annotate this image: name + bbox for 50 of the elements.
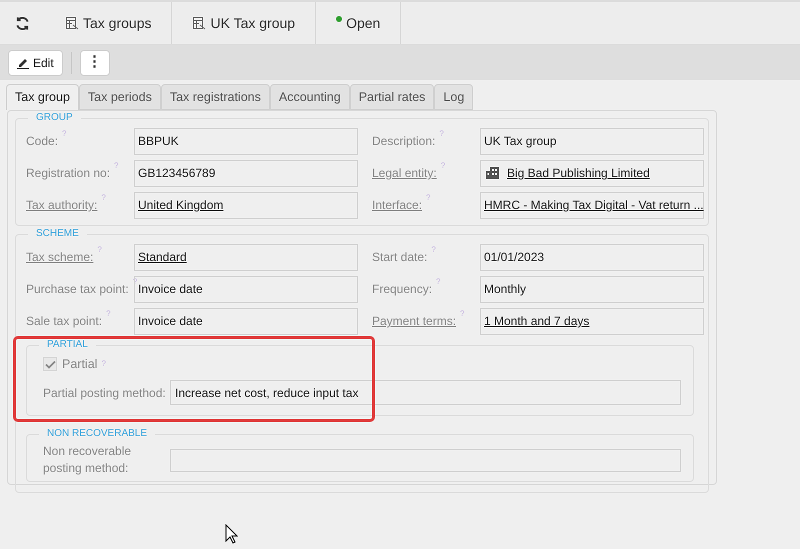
pencil-icon — [17, 56, 29, 68]
field-value[interactable]: Standard — [138, 248, 187, 266]
read-only-field[interactable]: Invoice date — [134, 308, 358, 334]
field-value[interactable]: 1 Month and 7 days — [484, 312, 590, 330]
field-value[interactable]: HMRC - Making Tax Digital - Vat return ... — [484, 196, 704, 214]
tab[interactable]: Tax group — [6, 84, 79, 110]
read-only-field[interactable]: Increase net cost, reduce input tax — [170, 380, 681, 405]
field-label: Description: — [372, 133, 436, 150]
check-icon — [44, 360, 56, 368]
field-value[interactable]: Big Bad Publishing Limited — [507, 164, 650, 182]
tab[interactable]: Tax registrations — [160, 84, 270, 110]
field-label: Sale tax point: — [26, 313, 102, 330]
field-value: 01/01/2023 — [484, 249, 544, 266]
read-only-field[interactable]: BBPUK — [134, 128, 358, 154]
field-label: Code: — [26, 133, 58, 150]
read-only-field[interactable]: United Kingdom — [134, 192, 358, 218]
building-icon — [486, 167, 499, 179]
field-value: Increase net cost, reduce input tax — [175, 384, 358, 402]
field-value: GB123456789 — [138, 165, 216, 182]
field-label: Frequency: — [372, 281, 432, 298]
read-only-field[interactable]: GB123456789 — [134, 160, 358, 186]
field-value: Monthly — [484, 281, 526, 298]
refresh-icon[interactable] — [15, 16, 30, 30]
more-button[interactable]: ⋮ — [80, 50, 110, 76]
tab[interactable]: Tax periods — [78, 84, 161, 110]
read-only-field[interactable]: Monthly — [480, 276, 704, 302]
field-value: Invoice date — [138, 281, 203, 298]
field-label: Purchase tax point: — [26, 281, 129, 298]
field-label: Start date: — [372, 249, 428, 266]
field-label: Partial posting method: — [43, 386, 166, 400]
read-only-field[interactable]: Standard — [134, 244, 358, 270]
checkbox[interactable] — [43, 357, 57, 371]
read-only-field[interactable]: 1 Month and 7 days — [480, 308, 704, 334]
mouse-cursor-icon — [225, 524, 238, 544]
field-value: UK Tax group — [484, 133, 556, 150]
checkbox-label: Partial — [62, 356, 98, 373]
field-value[interactable]: United Kingdom — [138, 196, 224, 214]
empty-field[interactable] — [170, 448, 681, 472]
read-only-field[interactable]: 01/01/2023 — [480, 244, 704, 270]
field-value: Invoice date — [138, 313, 203, 330]
tab[interactable]: Partial rates — [350, 84, 434, 110]
read-only-field[interactable]: UK Tax group — [480, 128, 704, 154]
read-only-field[interactable]: HMRC - Making Tax Digital - Vat return ... — [480, 192, 704, 218]
tab[interactable]: Log — [434, 84, 474, 110]
edit-button[interactable]: Edit — [8, 50, 63, 76]
tab[interactable]: Accounting — [270, 84, 350, 110]
field-label: Non recoverable posting method: — [43, 443, 132, 477]
read-only-field[interactable]: Big Bad Publishing Limited — [480, 160, 704, 186]
field-value: BBPUK — [138, 133, 179, 150]
field-label: Registration no: — [26, 165, 110, 182]
